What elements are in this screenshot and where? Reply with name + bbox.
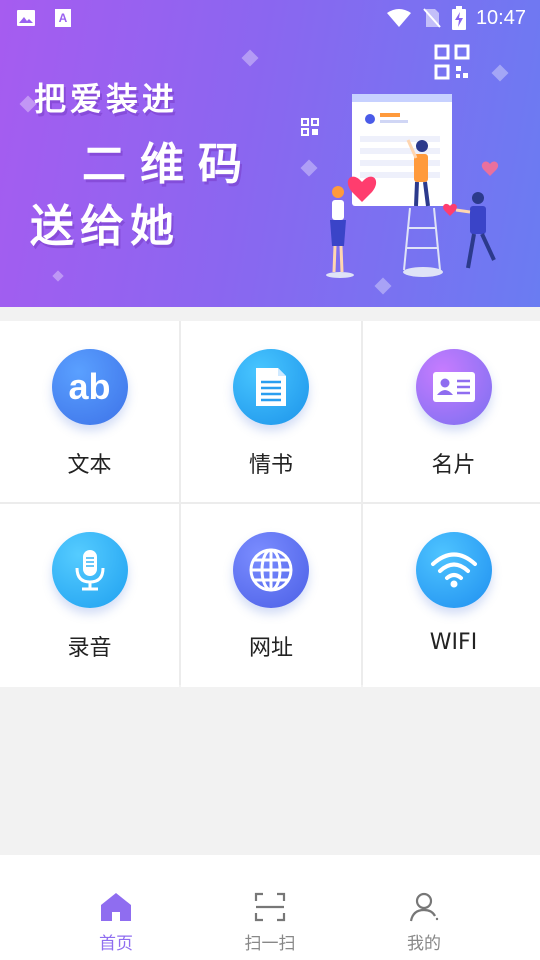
nav-profile[interactable]: 我的 [347, 855, 501, 960]
nav-home-label: 首页 [99, 934, 133, 954]
bottom-nav: 首页 扫一扫 我的 [0, 855, 540, 960]
globe-icon [233, 532, 309, 608]
banner-line-2: 二维码 [82, 139, 256, 190]
feature-recording-label: 录音 [67, 636, 112, 661]
home-icon [101, 893, 131, 921]
feature-text-label: 文本 [67, 453, 112, 478]
feature-wifi-label: WIFI [429, 630, 478, 655]
feature-business-card-label: 名片 [431, 453, 476, 478]
status-time: 10:47 [475, 6, 526, 29]
wifi-icon [415, 532, 492, 608]
no-sim-icon [423, 8, 441, 28]
status-bar: A 10:47 [0, 0, 540, 36]
font-icon: A [55, 9, 71, 27]
user-icon [409, 892, 439, 922]
banner: A 10:47 把爱装进 二维码 送给她 [0, 0, 540, 307]
image-icon [17, 10, 35, 26]
feature-recording[interactable]: 录音 [0, 504, 179, 687]
decor-diamond [241, 49, 259, 67]
qr-code-icon [434, 44, 470, 80]
decor-diamond [300, 159, 318, 177]
banner-line-1: 把爱装进 [34, 80, 179, 118]
text-ab-icon: ab [51, 349, 128, 425]
feature-url[interactable]: 网址 [181, 504, 361, 687]
wifi-icon [386, 9, 411, 27]
feature-business-card[interactable]: 名片 [363, 321, 540, 502]
document-icon [233, 349, 309, 425]
nav-scan[interactable]: 扫一扫 [193, 855, 347, 960]
battery-charging-icon [451, 6, 466, 30]
feature-text[interactable]: ab 文本 [0, 321, 179, 502]
feature-wifi[interactable]: WIFI [363, 504, 540, 687]
feature-url-label: 网址 [248, 636, 293, 661]
decor-diamond [491, 64, 509, 82]
scan-icon [254, 892, 286, 922]
nav-profile-label: 我的 [407, 934, 441, 954]
feature-love-letter[interactable]: 情书 [181, 321, 361, 502]
feature-love-letter-label: 情书 [248, 453, 293, 478]
nav-home[interactable]: 首页 [39, 855, 193, 960]
decor-diamond [52, 270, 64, 282]
banner-line-3: 送给她 [30, 201, 180, 252]
feature-grid: ab 文本 情书 名片 录音 网址 WIFI [0, 321, 540, 687]
microphone-icon [51, 532, 128, 608]
business-card-icon [415, 349, 492, 425]
couple-illustration [326, 94, 499, 278]
qr-code-small-icon [301, 118, 319, 136]
nav-scan-label: 扫一扫 [244, 934, 296, 954]
svg-text:A: A [59, 11, 68, 25]
